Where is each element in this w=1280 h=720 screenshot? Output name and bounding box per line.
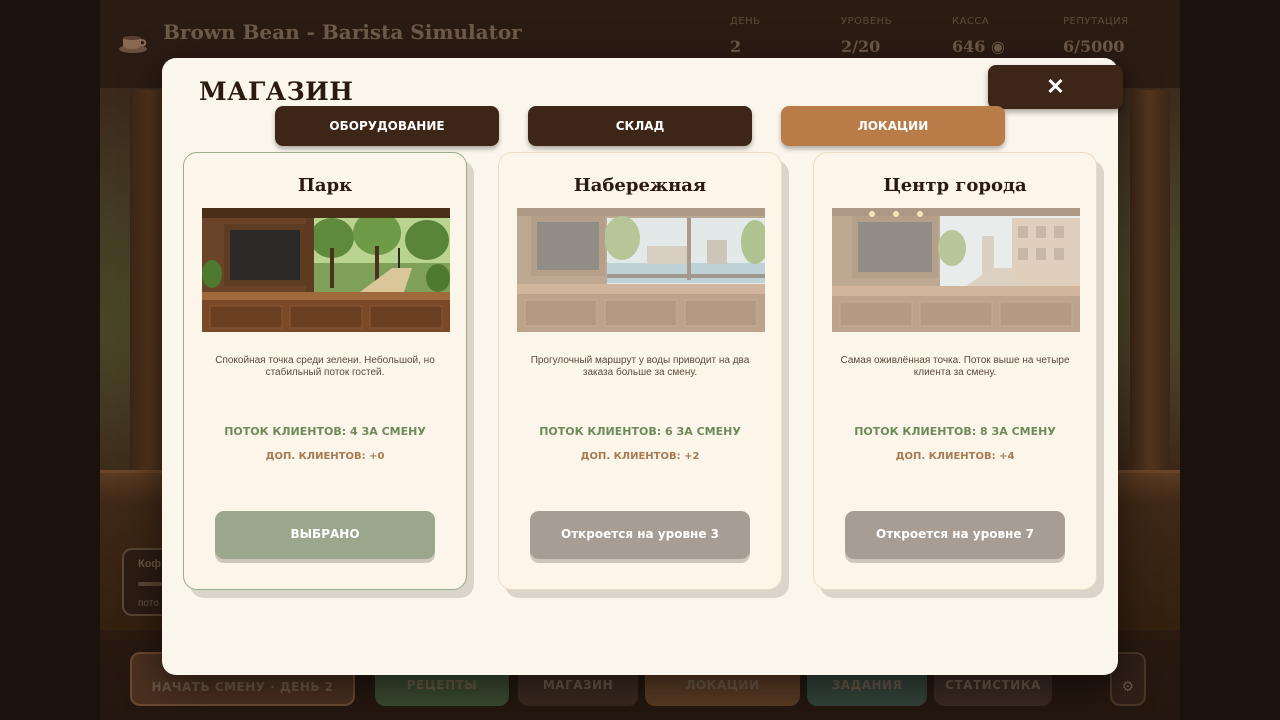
tab-warehouse[interactable]: СКЛАД — [528, 106, 752, 146]
stat-value: 2 — [730, 37, 742, 56]
locked-button[interactable]: Откроется на уровне 7 — [845, 511, 1065, 559]
stat-label: ДЕНЬ — [730, 16, 761, 27]
stat-cash: КАССА 646 ◉ — [952, 16, 1005, 56]
location-description: Прогулочный маршрут у воды приводит на д… — [530, 355, 750, 378]
stat-label: УРОВЕНЬ — [841, 16, 893, 27]
location-card-embankment: Набережная Прогулочный маршрут у воды пр… — [498, 152, 782, 590]
tab-equipment[interactable]: ОБОРУДОВАНИЕ — [275, 106, 499, 146]
location-name: Центр города — [883, 175, 1027, 196]
location-image-embankment — [517, 208, 765, 332]
panel-subtitle: пото — [138, 598, 159, 609]
location-description: Спокойная точка среди зелени. Небольшой,… — [215, 355, 435, 378]
stat-value: 646 ◉ — [952, 37, 1005, 56]
client-flow: ПОТОК КЛИЕНТОВ: 8 ЗА СМЕНУ — [854, 425, 1056, 438]
extra-clients: ДОП. КЛИЕНТОВ: +2 — [580, 451, 700, 462]
stat-value: 6/5000 — [1063, 37, 1125, 56]
close-button[interactable]: ✕ — [988, 65, 1123, 109]
extra-clients: ДОП. КЛИЕНТОВ: +0 — [265, 451, 385, 462]
location-image-park — [202, 208, 450, 332]
game-title: Brown Bean - Barista Simulator — [163, 20, 522, 44]
location-name: Набережная — [573, 175, 707, 196]
tab-locations[interactable]: ЛОКАЦИИ — [781, 106, 1005, 146]
shop-modal: МАГАЗИН ✕ ОБОРУДОВАНИЕ СКЛАД ЛОКАЦИИ Пар… — [162, 58, 1123, 675]
stat-day: ДЕНЬ 2 — [730, 16, 761, 56]
client-flow: ПОТОК КЛИЕНТОВ: 6 ЗА СМЕНУ — [539, 425, 741, 438]
panel-title: Коф — [138, 558, 162, 570]
selected-button[interactable]: ВЫБРАНО — [215, 511, 435, 559]
right-letterbox — [1180, 0, 1280, 720]
stat-value: 2/20 — [841, 37, 881, 56]
stat-reputation: РЕПУТАЦИЯ 6/5000 — [1063, 16, 1129, 56]
extra-clients: ДОП. КЛИЕНТОВ: +4 — [895, 451, 1015, 462]
location-name: Парк — [297, 175, 353, 196]
location-description: Самая оживлённая точка. Поток выше на че… — [840, 355, 1070, 378]
client-flow: ПОТОК КЛИЕНТОВ: 4 ЗА СМЕНУ — [224, 425, 426, 438]
locked-button[interactable]: Откроется на уровне 3 — [530, 511, 750, 559]
location-image-city-center — [832, 208, 1080, 332]
location-card-city-center: Центр города Самая оживлённая точка. Пот… — [813, 152, 1097, 590]
modal-title: МАГАЗИН — [199, 77, 354, 106]
gear-icon: ⚙ — [1121, 679, 1135, 695]
location-card-park: Парк Спокойная точка среди зелени. Небол… — [183, 152, 467, 590]
stat-label: РЕПУТАЦИЯ — [1063, 16, 1129, 27]
coffee-cup-icon — [119, 36, 147, 53]
stat-label: КАССА — [952, 16, 990, 27]
left-letterbox — [0, 0, 100, 720]
stat-level: УРОВЕНЬ 2/20 — [841, 16, 892, 56]
